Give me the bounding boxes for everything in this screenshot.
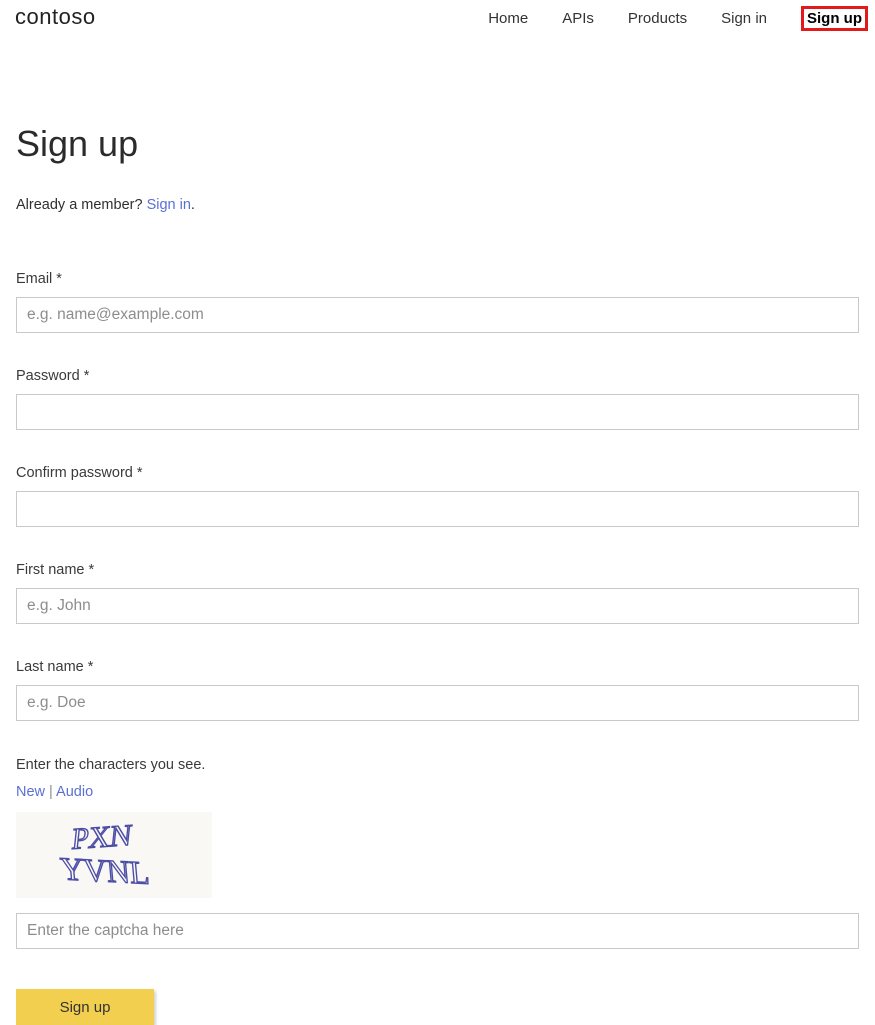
member-text: Already a member? (16, 197, 147, 213)
confirm-password-field[interactable] (16, 491, 859, 527)
password-label: Password * (16, 368, 859, 384)
captcha-label: Enter the characters you see. (16, 757, 859, 773)
email-label: Email * (16, 271, 859, 287)
nav-sign-in[interactable]: Sign in (721, 10, 767, 31)
last-name-field[interactable] (16, 685, 859, 721)
sign-in-link[interactable]: Sign in (147, 197, 191, 213)
page-title: Sign up (16, 123, 859, 165)
member-line: Already a member? Sign in. (16, 197, 859, 213)
logo[interactable]: contoso (15, 4, 96, 30)
captcha-text-line1: PXN (70, 818, 134, 856)
member-suffix: . (191, 197, 195, 213)
captcha-links: New | Audio (16, 784, 859, 800)
password-field[interactable] (16, 394, 859, 430)
captcha-new-link[interactable]: New (16, 784, 45, 800)
sign-up-button[interactable]: Sign up (16, 989, 154, 1025)
captcha-sep: | (45, 784, 56, 800)
captcha-image: PXN YVNL (16, 812, 212, 898)
first-name-field[interactable] (16, 588, 859, 624)
main-nav: Home APIs Products Sign in Sign up (488, 4, 867, 31)
nav-sign-up[interactable]: Sign up (801, 6, 868, 31)
last-name-label: Last name * (16, 659, 859, 675)
captcha-input[interactable] (16, 913, 859, 949)
nav-apis[interactable]: APIs (562, 10, 594, 31)
nav-home[interactable]: Home (488, 10, 528, 31)
captcha-audio-link[interactable]: Audio (56, 784, 93, 800)
email-field[interactable] (16, 297, 859, 333)
nav-products[interactable]: Products (628, 10, 687, 31)
first-name-label: First name * (16, 562, 859, 578)
captcha-text-line2: YVNL (59, 850, 151, 891)
confirm-password-label: Confirm password * (16, 465, 859, 481)
